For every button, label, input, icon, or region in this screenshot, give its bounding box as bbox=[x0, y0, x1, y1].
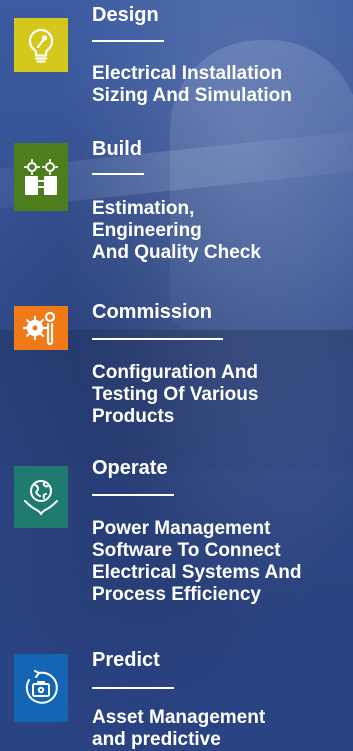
description-line: Estimation, bbox=[92, 198, 195, 219]
description-line: Engineering bbox=[92, 220, 202, 241]
toolbox-cycle-icon bbox=[14, 654, 68, 722]
lightbulb-icon bbox=[14, 18, 68, 72]
description-line: and predictive bbox=[92, 729, 221, 750]
step-description: Configuration And Testing Of Various Pro… bbox=[92, 362, 350, 428]
step-description: Estimation, Engineering And Quality Chec… bbox=[92, 198, 350, 264]
step-title: Design bbox=[92, 4, 159, 26]
description-line: Electrical Installation bbox=[92, 63, 283, 84]
title-underline bbox=[92, 40, 164, 42]
building-gears-icon bbox=[14, 143, 68, 211]
gear-wrench-icon bbox=[14, 306, 68, 350]
description-line: Electrical Systems And bbox=[92, 562, 302, 583]
step-title: Build bbox=[92, 138, 142, 160]
description-line: Configuration And bbox=[92, 362, 259, 383]
title-underline bbox=[92, 173, 144, 175]
step-title: Predict bbox=[92, 649, 160, 671]
title-underline bbox=[92, 494, 174, 496]
step-description: Power Management Software To Connect Ele… bbox=[92, 518, 350, 606]
title-underline bbox=[92, 687, 174, 689]
step-title: Commission bbox=[92, 301, 213, 323]
description-line: Power Management bbox=[92, 518, 271, 539]
step-description: Asset Management and predictive bbox=[92, 707, 350, 751]
description-line: Sizing And Simulation bbox=[92, 85, 292, 106]
description-line: Process Efficiency bbox=[92, 584, 261, 605]
description-line: And Quality Check bbox=[92, 242, 261, 263]
step-description: Electrical Installation Sizing And Simul… bbox=[92, 63, 350, 107]
step-title: Operate bbox=[92, 457, 168, 479]
description-line: Testing Of Various bbox=[92, 384, 259, 405]
description-line: Products bbox=[92, 406, 175, 427]
description-line: Software To Connect bbox=[92, 540, 281, 561]
globe-hands-icon bbox=[14, 466, 68, 528]
title-underline bbox=[92, 338, 223, 340]
description-line: Asset Management bbox=[92, 707, 266, 728]
